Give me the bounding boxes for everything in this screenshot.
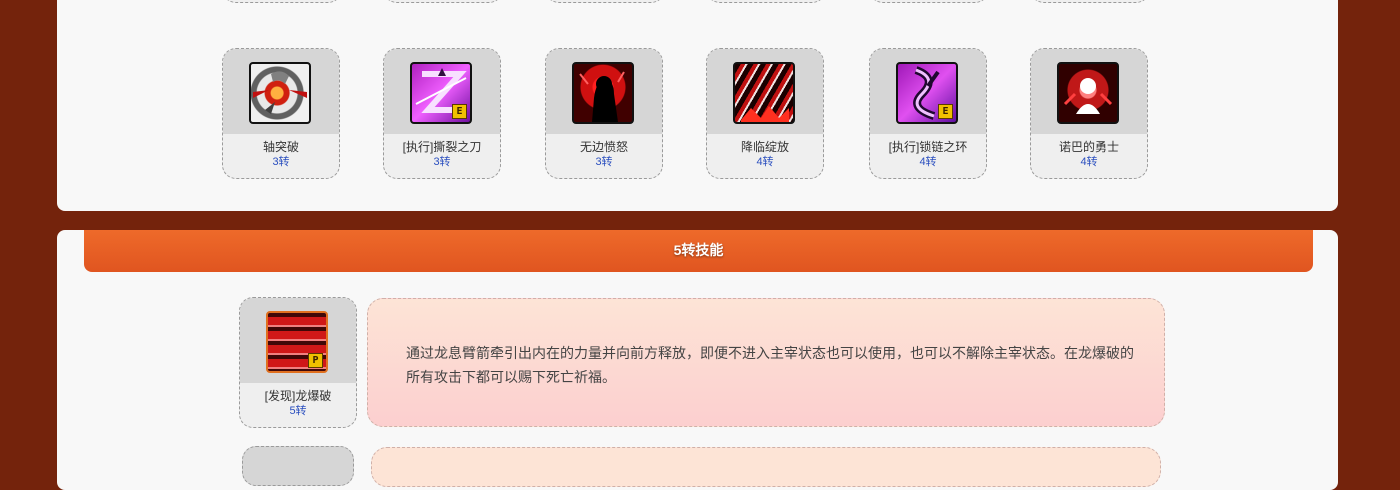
axon-break-icon [249, 62, 311, 124]
skill-name: 无边愤怒 [579, 140, 628, 154]
dragon-blast-icon: P [266, 311, 328, 373]
skill-tier: 3转 [272, 156, 290, 168]
skill-tier: 4转 [756, 156, 774, 168]
execute-badge-icon: E [452, 104, 467, 119]
skill-card-axon-break[interactable]: 轴突破 3转 [222, 48, 340, 179]
nova-warrior-icon [1057, 62, 1119, 124]
skill-card-partial[interactable]: 1转 [383, 0, 503, 3]
skill-name: [发现]龙爆破 [264, 389, 332, 403]
skill-card-chain-ring[interactable]: E [执行]锁链之环 4转 [869, 48, 987, 179]
skill-description: 通过龙息臂箭牵引出内在的力量并向前方释放，即便不进入主宰状态也可以使用，也可以不… [367, 298, 1165, 427]
skill-card-descent-bloom[interactable]: 降临绽放 4转 [706, 48, 824, 179]
passive-badge-icon: P [308, 353, 323, 368]
skill-name: 诺巴的勇士 [1058, 140, 1119, 154]
skill-card-next[interactable] [242, 446, 354, 486]
skill-name: [执行]锁链之环 [888, 140, 968, 154]
section-title: 5转技能 [84, 230, 1313, 272]
chain-ring-icon: E [896, 62, 958, 124]
boundless-rage-icon [572, 62, 634, 124]
skill-name: 降临绽放 [740, 140, 789, 154]
skill-card-partial[interactable]: 2转 [545, 0, 665, 3]
execute-badge-icon: E [938, 104, 953, 119]
descent-bloom-icon [733, 62, 795, 124]
skill-card-partial[interactable]: 2转 [1030, 0, 1150, 3]
tearing-blade-icon: E [410, 62, 472, 124]
fifth-job-panel: 5转技能 P [发现]龙爆破 5转 通过龙息臂箭牵引出内在的力量并向前方释放，即… [57, 230, 1338, 490]
skills-panel-top: 1转 1转 2转 2转 2转 2转 轴突破 3转 [57, 0, 1338, 211]
skill-card-boundless-rage[interactable]: 无边愤怒 3转 [545, 48, 663, 179]
skill-name: 轴突破 [262, 140, 299, 154]
skill-tier: 4转 [1080, 156, 1098, 168]
skill-tier: 3转 [433, 156, 451, 168]
skill-tier: 5转 [289, 405, 307, 417]
skill-card-dragon-blast[interactable]: P [发现]龙爆破 5转 [239, 297, 357, 428]
skill-card-partial[interactable]: 2转 [706, 0, 826, 3]
skill-card-nova-warrior[interactable]: 诺巴的勇士 4转 [1030, 48, 1148, 179]
skill-card-partial[interactable]: 1转 [222, 0, 342, 3]
skill-card-partial[interactable]: 2转 [869, 0, 989, 3]
skill-card-tearing-blade[interactable]: E [执行]撕裂之刀 3转 [383, 48, 501, 179]
skill-description-next [371, 447, 1161, 487]
skill-tier: 3转 [595, 156, 613, 168]
skill-name: [执行]撕裂之刀 [402, 140, 482, 154]
skill-tier: 4转 [919, 156, 937, 168]
